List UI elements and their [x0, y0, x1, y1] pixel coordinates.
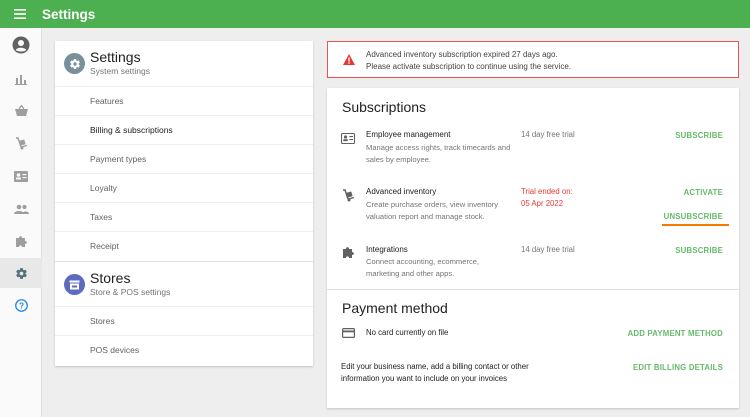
settings-section-header: Settings System settings: [55, 41, 313, 86]
settings-section-subtitle: System settings: [90, 66, 150, 76]
section-divider: [327, 289, 739, 290]
menu-item-taxes[interactable]: Taxes: [55, 202, 313, 231]
gear-icon: [64, 53, 85, 74]
navigation-rail: ?: [0, 28, 42, 417]
menu-item-payment-types[interactable]: Payment types: [55, 144, 313, 173]
store-icon: [64, 274, 85, 295]
account-icon: [12, 36, 30, 54]
subscribe-integrations-button[interactable]: SUBSCRIBE: [675, 246, 723, 255]
rail-item-reports[interactable]: [0, 64, 42, 94]
menu-item-billing[interactable]: Billing & subscriptions: [55, 115, 313, 144]
subscriptions-heading: Subscriptions: [342, 99, 427, 115]
subscription-desc-employee: Manage access rights, track timecards an…: [366, 143, 511, 164]
unsubscribe-highlight: [662, 224, 729, 226]
hand-truck-icon: [15, 136, 27, 149]
expiry-alert: Advanced inventory subscription expired …: [327, 41, 739, 78]
rail-item-customers[interactable]: [0, 194, 42, 224]
basket-icon: [14, 105, 28, 116]
subscription-status-inventory-date: 05 Apr 2022: [521, 199, 564, 208]
menu-item-features[interactable]: Features: [55, 86, 313, 115]
people-icon: [13, 204, 29, 214]
menu-item-receipt[interactable]: Receipt: [55, 231, 313, 260]
activate-inventory-button[interactable]: ACTIVATE: [684, 188, 723, 197]
subscription-status-inventory-label: Trial ended on:: [521, 187, 573, 196]
stores-section-subtitle: Store & POS settings: [90, 287, 171, 297]
rail-item-integrations[interactable]: [0, 226, 42, 256]
credit-card-icon: [341, 326, 355, 340]
subscriptions-card: Subscriptions Employee management Manage…: [327, 88, 739, 408]
warning-icon: [343, 54, 355, 65]
rail-item-inventory[interactable]: [0, 128, 42, 158]
hand-truck-icon: [341, 188, 355, 202]
page-title: Settings: [42, 6, 96, 22]
settings-section-title: Settings: [90, 49, 141, 65]
app-bar: Settings: [0, 0, 750, 28]
subscription-status-employee: 14 day free trial: [521, 130, 575, 139]
stores-section-title: Stores: [90, 270, 131, 286]
subscription-name-employee: Employee management: [366, 130, 451, 139]
puzzle-icon: [341, 245, 355, 259]
subscribe-employee-button[interactable]: SUBSCRIBE: [675, 131, 723, 140]
settings-menu-card: Settings System settings Features Billin…: [55, 41, 313, 366]
menu-item-stores[interactable]: Stores: [55, 306, 313, 335]
subscription-name-integrations: Integrations: [366, 245, 408, 254]
add-payment-method-button[interactable]: ADD PAYMENT METHOD: [628, 329, 723, 338]
subscription-desc-integrations: Connect accounting, ecommerce, marketing…: [366, 257, 480, 278]
no-card-text: No card currently on file: [366, 328, 449, 337]
payment-method-heading: Payment method: [342, 300, 448, 316]
billing-info-text: Edit your business name, add a billing c…: [341, 362, 529, 383]
rail-item-sales[interactable]: [0, 96, 42, 126]
svg-text:?: ?: [18, 300, 23, 310]
subscription-desc-inventory: Create purchase orders, view inventory v…: [366, 200, 499, 221]
unsubscribe-inventory-button[interactable]: UNSUBSCRIBE: [664, 212, 723, 221]
menu-item-loyalty[interactable]: Loyalty: [55, 173, 313, 202]
stores-section-header: Stores Store & POS settings: [55, 261, 313, 306]
edit-billing-details-button[interactable]: EDIT BILLING DETAILS: [633, 363, 723, 372]
alert-message-line-1: Advanced inventory subscription expired …: [366, 50, 558, 59]
bar-chart-icon: [15, 75, 27, 85]
help-icon: ?: [14, 298, 28, 312]
rail-item-account[interactable]: [0, 30, 42, 60]
subscription-status-integrations: 14 day free trial: [521, 245, 575, 254]
rail-item-settings[interactable]: [0, 258, 42, 288]
hamburger-icon[interactable]: [0, 0, 40, 28]
gear-icon: [15, 267, 27, 279]
rail-item-help[interactable]: ?: [0, 290, 42, 320]
puzzle-icon: [15, 235, 27, 247]
alert-message-line-2: Please activate subscription to continue…: [366, 62, 572, 71]
id-card-icon: [14, 170, 28, 182]
rail-item-employees[interactable]: [0, 161, 42, 191]
id-card-icon: [341, 131, 355, 145]
subscription-name-inventory: Advanced inventory: [366, 187, 437, 196]
menu-item-pos-devices[interactable]: POS devices: [55, 335, 313, 364]
